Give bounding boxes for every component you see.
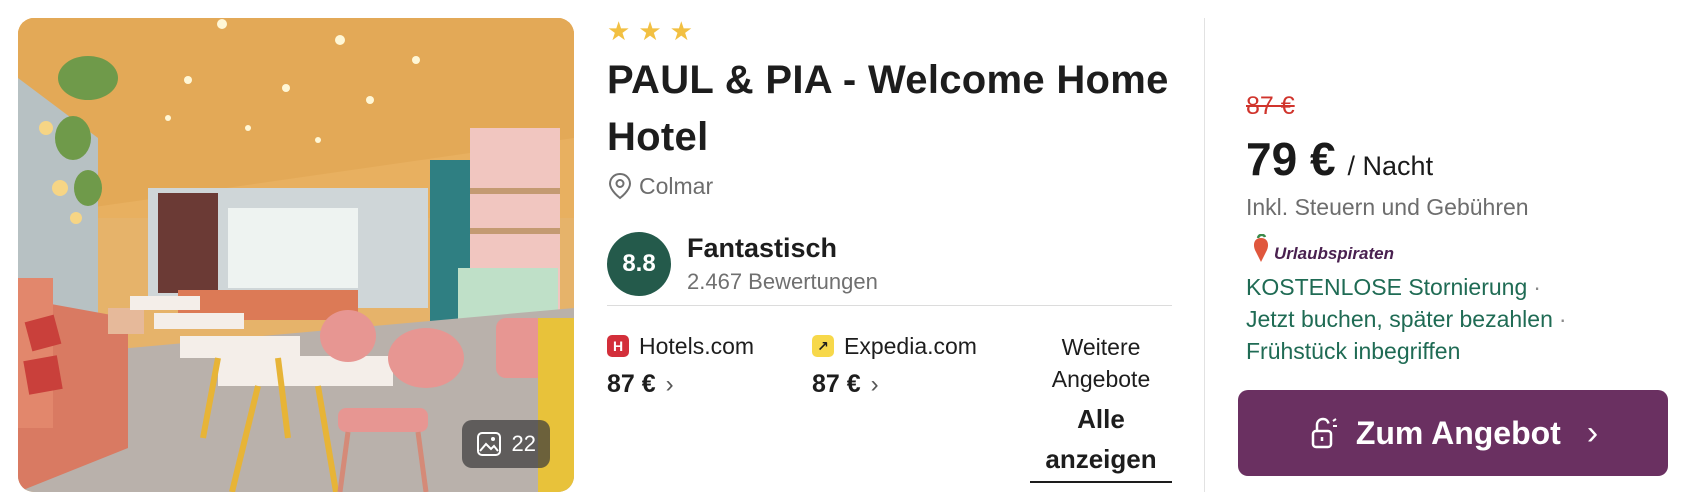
rating-score-badge: 8.8 (607, 232, 671, 296)
urlaubspiraten-logo-icon (1253, 234, 1269, 262)
price-value: 79 € (1246, 133, 1336, 185)
provider-offer-expedia-com[interactable]: ↗ Expedia.com 87 € › (812, 330, 977, 399)
provider-name: Hotels.com (639, 332, 755, 359)
expedia-logo-icon: ↗ (812, 335, 834, 357)
hotel-result-card: 22 ★ ★ ★ PAUL & PIA - Welcome Home Hotel… (0, 0, 1686, 500)
price-unit: / Nacht (1347, 151, 1434, 181)
guest-rating[interactable]: 8.8 Fantastisch 2.467 Bewertungen (607, 231, 878, 297)
more-offers-label: Weitere Angebote (1051, 334, 1151, 392)
more-offers: Weitere Angebote Alle anzeigen (1030, 331, 1172, 483)
star-icon: ★ (669, 16, 693, 46)
star-rating: ★ ★ ★ (607, 18, 693, 44)
deal-benefits: KOSTENLOSE Stornierung · Jetzt buchen, sp… (1246, 271, 1567, 367)
image-gallery-icon (476, 432, 501, 456)
divider (607, 305, 1172, 306)
provider-price: 87 € (607, 370, 656, 398)
chevron-right-icon: › (1586, 413, 1599, 452)
review-count: 2.467 Bewertungen (687, 269, 878, 294)
hotel-name[interactable]: PAUL & PIA - Welcome Home Hotel (607, 52, 1187, 166)
tax-note: Inkl. Steuern und Gebühren (1246, 194, 1529, 220)
hotel-location: Colmar (607, 172, 713, 200)
original-price: 87 € (1246, 92, 1295, 120)
location-name: Colmar (639, 172, 714, 199)
hotel-photo[interactable]: 22 (18, 18, 574, 492)
star-icon: ★ (607, 16, 631, 46)
show-all-offers-link[interactable]: Alle anzeigen (1030, 399, 1172, 483)
star-icon: ★ (638, 16, 662, 46)
view-offer-button[interactable]: Zum Angebot › (1238, 390, 1668, 476)
partner-name: Urlaubspiraten (1274, 244, 1394, 263)
partner-logo: Urlaubspiraten (1250, 234, 1394, 264)
hotels-com-logo-icon: H (607, 335, 629, 357)
photo-count: 22 (511, 431, 536, 456)
view-offer-label: Zum Angebot (1355, 414, 1561, 451)
deal-price: 79 € / Nacht (1246, 132, 1433, 186)
provider-name: Expedia.com (844, 332, 977, 359)
column-divider (1204, 18, 1205, 492)
benefit-item: KOSTENLOSE Stornierung · (1246, 274, 1541, 300)
provider-offer-hotels-com[interactable]: H Hotels.com 87 € › (607, 330, 754, 399)
provider-price: 87 € (812, 370, 861, 398)
unlock-icon (1311, 417, 1337, 449)
location-pin-icon (608, 172, 632, 200)
photo-gallery-button[interactable]: 22 (461, 420, 550, 468)
benefit-item: Jetzt buchen, später bezahlen · (1246, 306, 1567, 332)
benefit-item: Frühstück inbegriffen (1246, 338, 1461, 364)
chevron-right-icon: › (665, 370, 674, 398)
rating-label: Fantastisch (687, 233, 838, 263)
chevron-right-icon: › (870, 370, 879, 398)
